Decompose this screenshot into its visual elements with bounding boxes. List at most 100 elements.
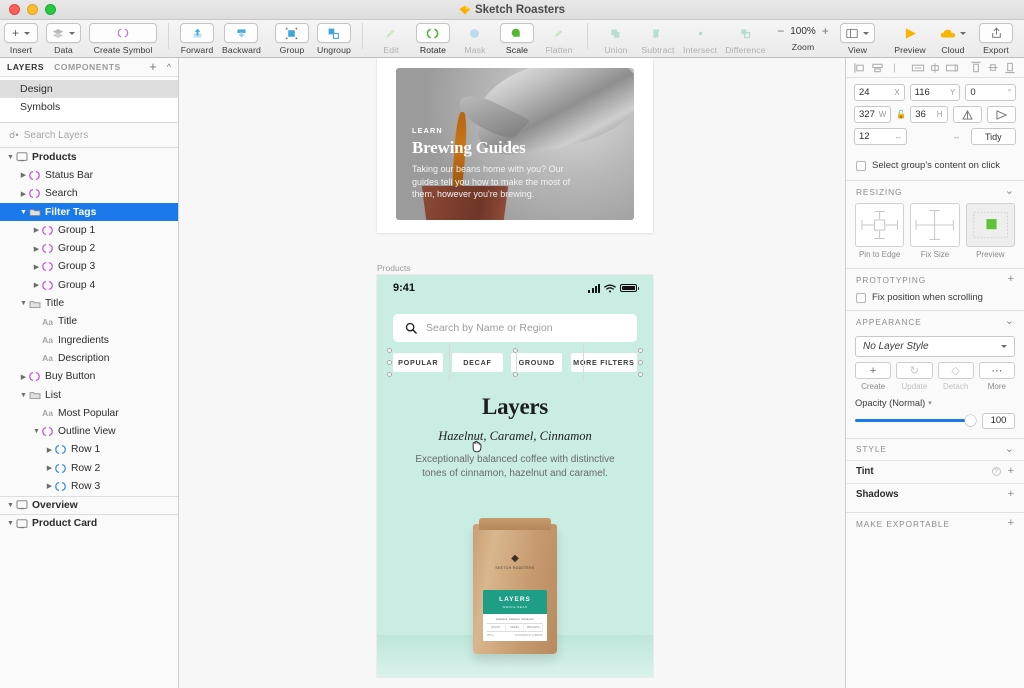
help-icon[interactable]: ? (991, 467, 1001, 476)
filter-tag-decaf[interactable]: DECAF (452, 353, 503, 372)
chevron-down-icon[interactable]: ⌄ (1005, 443, 1014, 455)
cloud-button[interactable] (935, 23, 971, 43)
distribute-horizontal-icon[interactable] (910, 61, 927, 75)
x-field[interactable]: 24 X (854, 84, 905, 101)
radius-field[interactable]: 12 ↔ (854, 128, 908, 145)
toolbar-item-view[interactable]: View (836, 20, 879, 55)
height-field[interactable]: 36 H (910, 106, 948, 123)
y-field[interactable]: 116 Y (909, 84, 961, 101)
toolbar-item-mask[interactable]: Mask (454, 20, 496, 55)
disclosure-open-icon[interactable]: ▼ (19, 209, 28, 216)
page-item-symbols[interactable]: Symbols (0, 98, 178, 116)
flip-vertical-button[interactable] (986, 106, 1016, 123)
align-left-icon[interactable] (852, 61, 869, 75)
forward-button[interactable] (180, 23, 214, 43)
mask-button[interactable] (458, 23, 492, 43)
layer-row-filter-tags[interactable]: ▼ Filter Tags (0, 202, 178, 222)
chevron-down-icon[interactable]: ⌄ (1005, 316, 1014, 327)
toolbar-item-rotate[interactable]: Rotate (412, 20, 454, 55)
align-right-icon[interactable] (886, 61, 903, 75)
flatten-button[interactable] (542, 23, 576, 43)
layer-row-title[interactable]: Aa Title (0, 313, 178, 331)
style-row-shadows[interactable]: Shadows + (846, 482, 1024, 506)
toolbar-item-ungroup[interactable]: Ungroup (313, 20, 355, 55)
toolbar-item-union[interactable]: Union (595, 20, 637, 55)
rotation-field[interactable]: 0 ° (965, 84, 1017, 101)
spacing-field[interactable]: ↔ (912, 128, 966, 145)
artboard-overview[interactable]: LEARN Brewing Guides Taking our beans ho… (377, 58, 653, 233)
filter-tag-ground[interactable]: GROUND (511, 353, 562, 372)
layer-row-group-4[interactable]: ▶ Group 4 (0, 276, 178, 294)
layer-row-title[interactable]: ▼ Title (0, 294, 178, 312)
filter-tag-popular[interactable]: POPULAR (393, 353, 444, 372)
toolbar-item-intersect[interactable]: Intersect (679, 20, 721, 55)
width-field[interactable]: 327 W (854, 106, 892, 123)
search-layers-input[interactable]: Search Layers (24, 130, 88, 141)
disclosure-open-icon[interactable]: ▼ (6, 502, 15, 509)
toolbar-item-data[interactable]: Data (42, 20, 85, 55)
resizing-option-pin-to-edge[interactable]: Pin to Edge (855, 203, 905, 259)
mobile-search-field[interactable]: Search by Name or Region (393, 314, 637, 342)
selection-handle[interactable] (387, 372, 392, 377)
filter-tag-more-filters[interactable]: MORE FILTERS (570, 353, 637, 372)
subtract-button[interactable] (641, 23, 675, 43)
layer-row-row-1[interactable]: ▶ Row 1 (0, 441, 178, 459)
rotate-button[interactable] (415, 23, 450, 43)
align-top-icon[interactable] (968, 61, 985, 75)
align-center-vertical-icon[interactable] (927, 61, 944, 75)
disclosure-closed-icon[interactable]: ▶ (45, 464, 54, 472)
blend-mode-stepper-icon[interactable]: ▾ (928, 399, 932, 407)
layer-row-status-bar[interactable]: ▶ Status Bar (0, 166, 178, 184)
data-button[interactable] (46, 23, 81, 43)
zoom-in-button[interactable]: + (822, 24, 829, 38)
selection-handle[interactable] (387, 360, 392, 365)
resizing-option-fix-size[interactable]: Fix Size (910, 203, 960, 259)
page-item-design[interactable]: Design (0, 80, 178, 98)
disclosure-closed-icon[interactable]: ▶ (45, 446, 54, 454)
add-page-button[interactable]: + (149, 60, 157, 73)
toolbar-item-create-symbol[interactable]: Create Symbol (85, 20, 161, 55)
layer-row-group-2[interactable]: ▶ Group 2 (0, 239, 178, 257)
add-shadow-button[interactable]: + (1008, 489, 1014, 500)
toolbar-item-flatten[interactable]: Flatten (538, 20, 580, 55)
opacity-slider[interactable] (855, 415, 976, 426)
layer-row-group-3[interactable]: ▶ Group 3 (0, 258, 178, 276)
canvas-area[interactable]: LEARN Brewing Guides Taking our beans ho… (179, 58, 845, 688)
opacity-knob[interactable] (965, 415, 976, 426)
zoom-out-button[interactable]: − (777, 24, 784, 38)
select-group-content-row[interactable]: Select group's content on click (846, 154, 1024, 181)
create-symbol-button[interactable] (89, 23, 157, 43)
chevron-down-icon[interactable]: ⌄ (1005, 186, 1014, 197)
toolbar-item-insert[interactable]: + Insert (0, 20, 42, 55)
distribute-vertical-icon[interactable] (944, 61, 961, 75)
ungroup-button[interactable] (316, 23, 351, 43)
fix-position-row[interactable]: Fix position when scrolling (846, 290, 1024, 311)
disclosure-open-icon[interactable]: ▼ (32, 428, 41, 435)
make-exportable-row[interactable]: MAKE EXPORTABLE + (846, 511, 1024, 535)
learn-card[interactable]: LEARN Brewing Guides Taking our beans ho… (396, 68, 634, 220)
disclosure-closed-icon[interactable]: ▶ (19, 190, 28, 198)
tab-components[interactable]: COMPONENTS (54, 62, 121, 72)
toolbar-item-backward[interactable]: Backward (218, 20, 265, 55)
layer-row-search[interactable]: ▶ Search (0, 185, 178, 203)
toolbar-item-forward[interactable]: Forward (176, 20, 218, 55)
align-bottom-icon[interactable] (1002, 61, 1019, 75)
chevron-up-icon[interactable]: ^ (167, 62, 171, 72)
layer-row-outline-view[interactable]: ▼ Outline View (0, 422, 178, 440)
disclosure-open-icon[interactable]: ▼ (6, 154, 15, 161)
selection-handle[interactable] (638, 348, 643, 353)
selection-handle[interactable] (638, 372, 643, 377)
search-layers-bar[interactable]: ☌• Search Layers (0, 123, 178, 148)
toolbar-item-subtract[interactable]: Subtract (637, 20, 679, 55)
selection-handle[interactable] (512, 372, 518, 377)
add-export-button[interactable]: + (1008, 518, 1014, 529)
toolbar-item-difference[interactable]: Difference (721, 20, 769, 55)
resizing-option-preview[interactable]: Preview (965, 203, 1015, 259)
toolbar-item-cloud[interactable]: Cloud (931, 20, 975, 55)
action-create[interactable]: + Create (855, 362, 892, 391)
layer-row-list[interactable]: ▼ List (0, 386, 178, 404)
layer-row-ingredients[interactable]: Aa Ingredients (0, 331, 178, 349)
layer-row-description[interactable]: Aa Description (0, 349, 178, 367)
backward-button[interactable] (224, 23, 259, 43)
selection-handle[interactable] (638, 360, 643, 365)
